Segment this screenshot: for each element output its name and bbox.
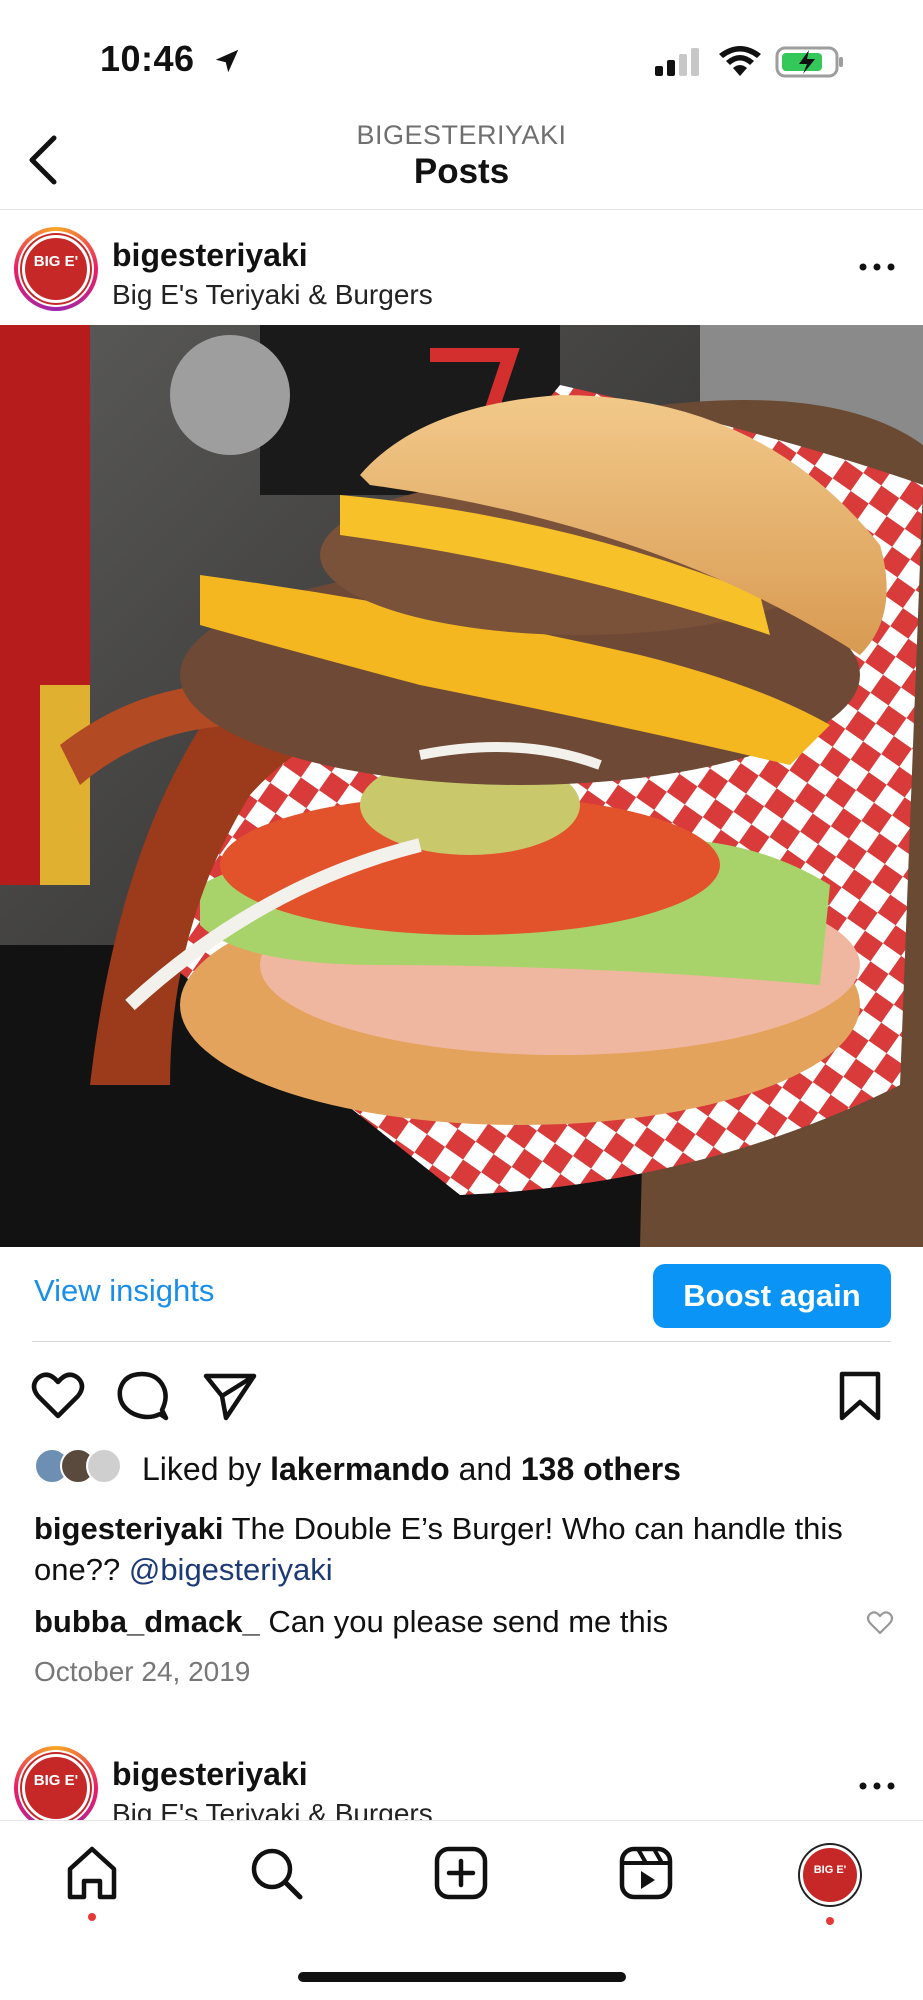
avatar-logo: BIG E': [22, 235, 90, 303]
divider: [32, 1341, 891, 1342]
nav-header: BIGESTERIYAKI Posts: [0, 110, 923, 210]
page-title: Posts: [413, 152, 510, 191]
nav-subtitle: BIGESTERIYAKI: [356, 120, 567, 150]
heart-icon[interactable]: [30, 1368, 86, 1424]
view-insights-link[interactable]: View insights: [34, 1273, 214, 1309]
home-indicator[interactable]: [298, 1972, 626, 1982]
post-date: October 24, 2019: [34, 1656, 251, 1687]
cellular-signal-icon: [655, 48, 699, 76]
likes-prefix: Liked by: [142, 1451, 262, 1487]
likes-summary[interactable]: Liked by lakermando and 138 others: [142, 1451, 681, 1488]
notification-dot: [826, 1917, 834, 1925]
avatar-logo: BIG E': [22, 1754, 90, 1822]
boost-again-button[interactable]: Boost again: [653, 1264, 891, 1328]
battery-charging-icon: [775, 46, 843, 78]
status-time: 10:46: [100, 38, 195, 79]
search-icon[interactable]: [246, 1843, 306, 1903]
home-icon[interactable]: [62, 1843, 122, 1903]
share-icon[interactable]: [202, 1368, 258, 1424]
status-bar: 10:46: [0, 0, 923, 120]
comment: bubba_dmack_ Can you please send me this: [34, 1604, 854, 1640]
caption-username[interactable]: bigesteriyaki: [34, 1511, 224, 1546]
liked-by-avatars[interactable]: [34, 1448, 134, 1488]
more-horizontal-icon[interactable]: [857, 1776, 897, 1796]
post-image[interactable]: [0, 325, 923, 1247]
location-arrow-icon: [215, 49, 239, 73]
comment-text: Can you please send me this: [268, 1604, 669, 1639]
avatar[interactable]: BIG E': [14, 227, 98, 311]
post-username[interactable]: bigesteriyaki: [112, 1756, 308, 1793]
likes-and: and: [458, 1451, 512, 1487]
post-username[interactable]: bigesteriyaki: [112, 237, 308, 274]
post-subtitle[interactable]: Big E's Teriyaki & Burgers: [112, 279, 433, 311]
comment-username[interactable]: bubba_dmack_: [34, 1604, 260, 1639]
more-horizontal-icon[interactable]: [857, 257, 897, 277]
caption-mention[interactable]: @bigesteriyaki: [129, 1552, 333, 1587]
likes-others[interactable]: 138 others: [521, 1451, 681, 1487]
wifi-icon: [719, 46, 761, 76]
heart-icon[interactable]: [866, 1610, 894, 1636]
reels-icon[interactable]: [616, 1843, 676, 1903]
create-post-icon[interactable]: [431, 1843, 491, 1903]
likes-user[interactable]: lakermando: [270, 1451, 450, 1487]
avatar: [86, 1448, 122, 1484]
burger-photo: [0, 325, 923, 1247]
bookmark-icon[interactable]: [832, 1368, 888, 1424]
profile-avatar[interactable]: BIG E': [800, 1845, 860, 1905]
avatar[interactable]: BIG E': [14, 1746, 98, 1830]
comment-icon[interactable]: [114, 1368, 170, 1424]
insights-row: View insights Boost again: [0, 1247, 923, 1343]
post-header: BIG E' bigesteriyaki Big E's Teriyaki & …: [0, 211, 923, 326]
post-caption: bigesteriyaki The Double E’s Burger! Who…: [34, 1508, 894, 1590]
notification-dot: [88, 1913, 96, 1921]
